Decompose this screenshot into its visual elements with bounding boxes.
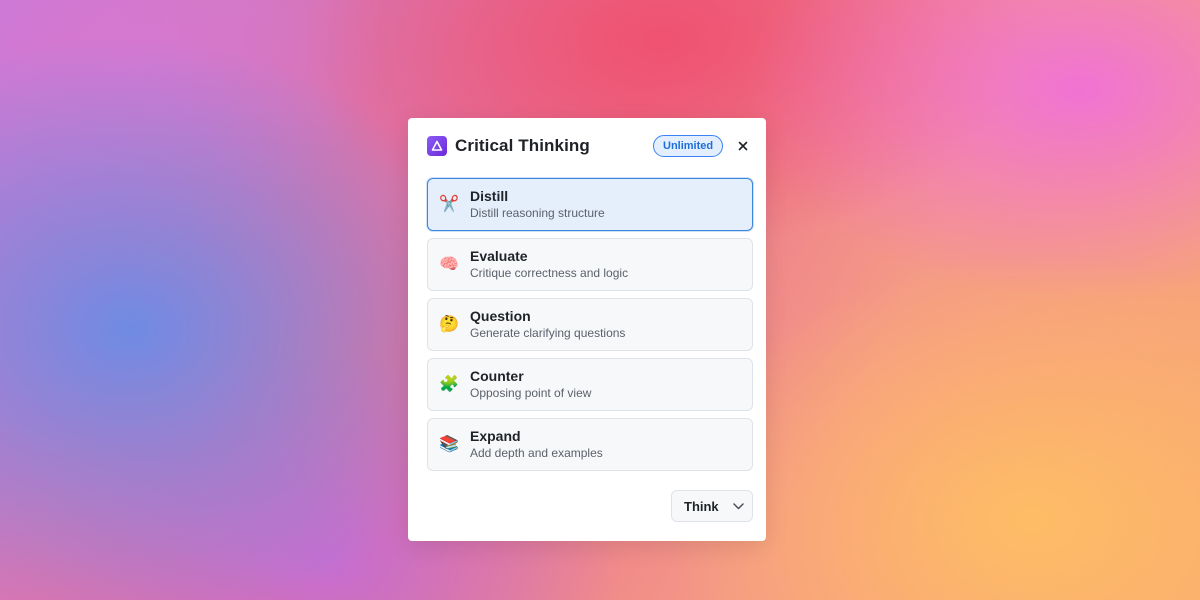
critical-thinking-panel: Critical Thinking Unlimited ✂️ Distill D… xyxy=(408,118,766,541)
mode-item-title: Expand xyxy=(470,428,521,444)
think-dropdown-button[interactable]: Think xyxy=(671,490,753,522)
mode-item-title: Evaluate xyxy=(470,248,528,264)
mode-item-evaluate[interactable]: 🧠 Evaluate Critique correctness and logi… xyxy=(427,238,753,291)
think-button-label: Think xyxy=(684,498,719,514)
puzzle-icon: 🧩 xyxy=(439,375,459,393)
mode-item-description: Generate clarifying questions xyxy=(470,326,626,340)
mode-item-title: Distill xyxy=(470,188,509,204)
mode-item-counter[interactable]: 🧩 Counter Opposing point of view xyxy=(427,358,753,411)
scissors-icon: ✂️ xyxy=(439,195,459,213)
panel-title: Critical Thinking xyxy=(455,136,590,155)
brain-icon: 🧠 xyxy=(439,255,459,273)
close-icon xyxy=(738,141,748,151)
mode-item-title: Question xyxy=(470,308,531,324)
mode-item-description: Distill reasoning structure xyxy=(470,206,605,220)
mode-item-expand[interactable]: 📚 Expand Add depth and examples xyxy=(427,418,753,471)
mode-item-question[interactable]: 🤔 Question Generate clarifying questions xyxy=(427,298,753,351)
unlimited-badge: Unlimited xyxy=(653,135,724,157)
mode-item-description: Critique correctness and logic xyxy=(470,266,629,280)
books-icon: 📚 xyxy=(439,435,459,453)
triangle-logo-icon xyxy=(427,136,447,156)
close-button[interactable] xyxy=(732,135,754,157)
mode-item-title: Counter xyxy=(470,368,524,384)
panel-header: Critical Thinking Unlimited xyxy=(427,135,754,157)
mode-list: ✂️ Distill Distill reasoning structure 🧠… xyxy=(427,178,753,478)
thinking-face-icon: 🤔 xyxy=(439,315,459,333)
mode-item-description: Add depth and examples xyxy=(470,446,603,460)
mode-item-description: Opposing point of view xyxy=(470,386,592,400)
mode-item-distill[interactable]: ✂️ Distill Distill reasoning structure xyxy=(427,178,753,231)
chevron-down-icon xyxy=(732,502,744,510)
